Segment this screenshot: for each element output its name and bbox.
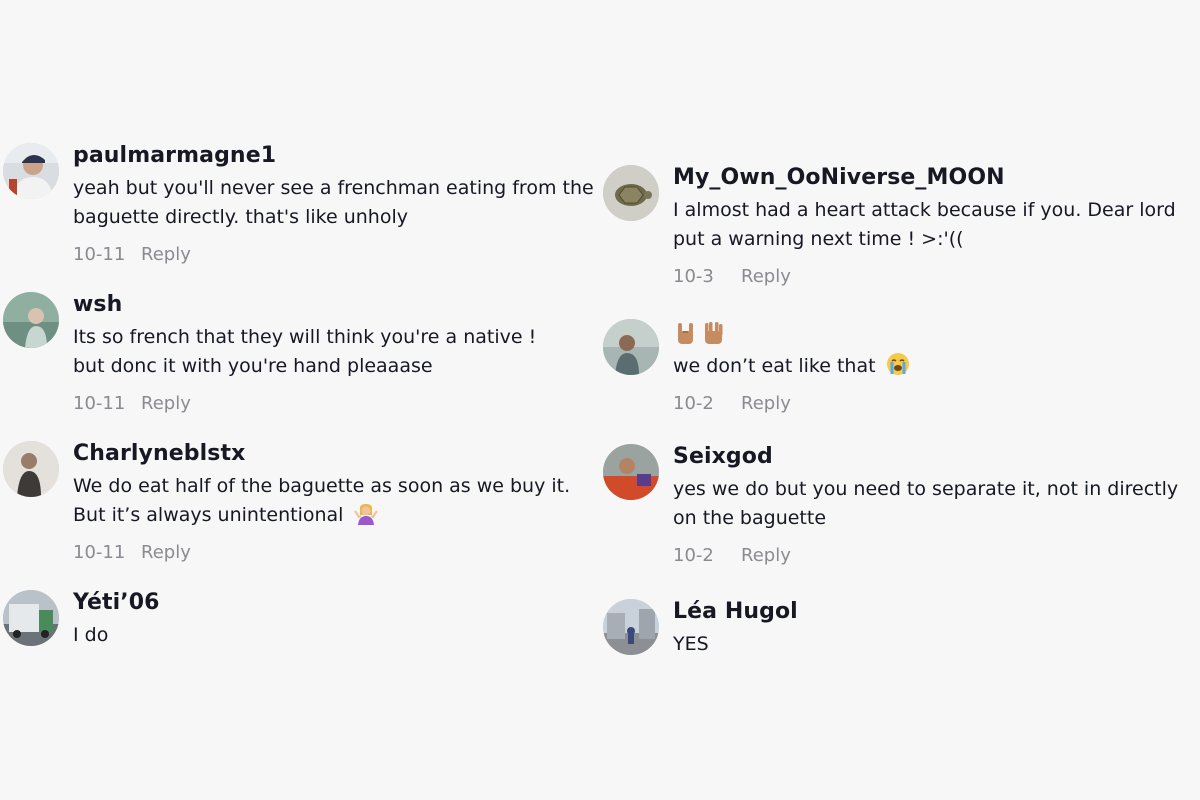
comment-date: 10-2 (673, 545, 714, 566)
avatar[interactable] (603, 165, 659, 221)
comment-text-line: baguette directly. that's like unholy (73, 206, 408, 228)
comment-text: yeah but you'll never see a frenchman ea… (73, 174, 594, 232)
comment-text-line: yes we do but you need to separate it, n… (673, 478, 1179, 500)
comment-text-line: we don’t eat like that (673, 352, 1188, 381)
comment-text-line: put a warning next time ! >:'(( (673, 228, 964, 250)
comment-text-line: I do (73, 624, 109, 646)
comment-text: We do eat half of the baguette as soon a… (73, 472, 588, 530)
comment-username[interactable]: Yéti’06 (73, 590, 588, 616)
reply-button[interactable]: Reply (741, 545, 791, 566)
comment-meta: 10-11 Reply (73, 244, 588, 265)
comment-username[interactable]: Seixgod (673, 444, 1188, 470)
vulcan-salute-emoji-icon (705, 322, 723, 344)
avatar[interactable] (3, 441, 59, 497)
comment-date: 10-3 (673, 266, 714, 287)
comment-text: we don’t eat like that (673, 352, 1188, 381)
comment-username[interactable]: paulmarmagne1 (73, 143, 588, 169)
person-photo-icon (3, 143, 59, 199)
comment-date: 10-2 (673, 393, 714, 414)
comment-text: yes we do but you need to separate it, n… (673, 475, 1188, 533)
avatar[interactable] (603, 444, 659, 500)
comment-date: 10-11 (73, 244, 126, 265)
comment-meta: 10-2 Reply (673, 393, 1188, 414)
reply-button[interactable]: Reply (741, 393, 791, 414)
reply-button[interactable]: Reply (741, 266, 791, 287)
avatar[interactable] (603, 319, 659, 375)
crying-face-emoji-icon (886, 353, 909, 375)
comment-meta: 10-11 Reply (73, 542, 588, 563)
reply-button[interactable]: Reply (141, 542, 191, 563)
reply-button[interactable]: Reply (141, 244, 191, 265)
avatar[interactable] (603, 599, 659, 655)
comment-text-line: We do eat half of the baguette as soon a… (73, 475, 571, 497)
reply-button[interactable]: Reply (141, 393, 191, 414)
comment-meta: 10-11 Reply (73, 393, 588, 414)
comment-text-fragment: But it’s always unintentional (73, 504, 344, 526)
comment-text-line: I almost had a heart attack because if y… (673, 199, 1176, 221)
avatar[interactable] (3, 143, 59, 199)
comment-text-line: YES (673, 633, 709, 655)
truck-photo-icon (3, 590, 59, 646)
comment-date: 10-11 (73, 393, 126, 414)
comment-text: I do (73, 621, 588, 650)
woman-shrugging-emoji-icon (353, 504, 378, 525)
comment-text-line: yeah but you'll never see a frenchman ea… (73, 177, 594, 199)
person-photo-icon (3, 441, 59, 497)
comment-username[interactable]: wsh (73, 292, 588, 318)
person-photo-icon (603, 444, 659, 500)
building-photo-icon (603, 599, 659, 655)
comment-text-line: on the baguette (673, 507, 827, 529)
comment-meta: 10-3 Reply (673, 266, 1188, 287)
comment-text: I almost had a heart attack because if y… (673, 196, 1188, 254)
avatar[interactable] (3, 292, 59, 348)
comment-username[interactable]: Léa Hugol (673, 599, 1188, 625)
comment-text-fragment: we don’t eat like that (673, 355, 876, 377)
comment-username[interactable]: Charlyneblstx (73, 441, 588, 467)
comment-text-line: but donc it with you're hand pleaaase (73, 355, 433, 377)
comment-text-line: Its so french that they will think you'r… (73, 326, 537, 348)
comment-date: 10-11 (73, 542, 126, 563)
comment-meta: 10-2 Reply (673, 545, 1188, 566)
comment-text: YES (673, 630, 1188, 659)
person-photo-icon (603, 319, 659, 375)
turtle-photo-icon (603, 165, 659, 221)
comment-text-line: But it’s always unintentional (73, 501, 588, 530)
comment-text: Its so french that they will think you'r… (73, 323, 588, 381)
comment-username[interactable] (673, 319, 1188, 347)
rock-on-hand-emoji-icon (678, 323, 693, 344)
comment-username[interactable]: My_Own_OoNiverse_MOON (673, 165, 1188, 191)
avatar[interactable] (3, 590, 59, 646)
person-photo-icon (3, 292, 59, 348)
